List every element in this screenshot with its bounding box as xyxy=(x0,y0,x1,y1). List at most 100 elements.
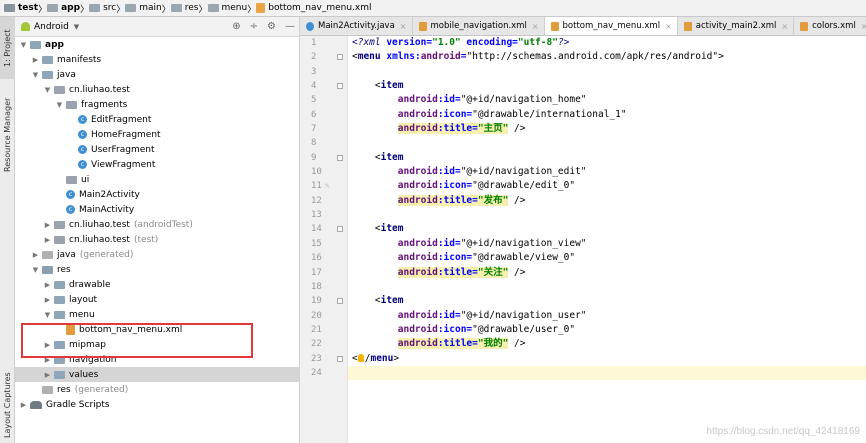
expanded-arrow-icon[interactable]: ▼ xyxy=(19,41,28,49)
fold-toggle-icon[interactable] xyxy=(337,298,343,305)
code-line[interactable]: android:icon="@drawable/international_1" xyxy=(348,108,866,122)
collapsed-arrow-icon[interactable]: ▶ xyxy=(43,221,52,229)
close-icon[interactable]: × xyxy=(532,22,539,31)
collapsed-arrow-icon[interactable]: ▶ xyxy=(31,56,40,64)
code-line[interactable]: android:id="@+id/navigation_view" xyxy=(348,237,866,251)
code-line[interactable]: <item xyxy=(348,222,866,236)
fold-toggle-icon[interactable] xyxy=(337,355,343,362)
editor-tab[interactable]: mobile_navigation.xml × xyxy=(413,17,545,35)
tree-item[interactable]: ui xyxy=(15,172,299,187)
editor-tab[interactable]: Main2Activity.java × xyxy=(300,17,413,35)
layout-captures-tab[interactable]: Layout Captures xyxy=(0,367,15,443)
code-line[interactable] xyxy=(348,208,866,222)
code-line[interactable]: android:title="主页" /> xyxy=(348,122,866,136)
close-icon[interactable]: × xyxy=(400,22,407,31)
tree-item[interactable]: ▶ manifests xyxy=(15,52,299,67)
code-line[interactable] xyxy=(348,136,866,150)
breadcrumb-item[interactable]: main xyxy=(125,3,162,13)
gear-icon[interactable]: ⚙ xyxy=(267,21,276,32)
collapsed-arrow-icon[interactable]: ▶ xyxy=(43,296,52,304)
tree-item[interactable]: ▼ cn.liuhao.test xyxy=(15,82,299,97)
code-line[interactable]: android:id="@+id/navigation_home" xyxy=(348,93,866,107)
code-line[interactable]: android:icon="@drawable/user_0" xyxy=(348,323,866,337)
breadcrumb-item[interactable]: src xyxy=(89,3,116,13)
tree-item[interactable]: c HomeFragment xyxy=(15,127,299,142)
collapsed-arrow-icon[interactable]: ▶ xyxy=(19,401,28,409)
code-line[interactable]: android:id="@+id/navigation_user" xyxy=(348,309,866,323)
code-line[interactable]: android:icon="@drawable/edit_0" xyxy=(348,179,866,193)
code-line[interactable]: android:icon="@drawable/view_0" xyxy=(348,251,866,265)
minimize-icon[interactable]: — xyxy=(285,21,295,32)
tree-item[interactable]: c UserFragment xyxy=(15,142,299,157)
tree-item[interactable]: ▶ cn.liuhao.test (test) xyxy=(15,232,299,247)
collapsed-arrow-icon[interactable]: ▶ xyxy=(43,341,52,349)
tree-item[interactable]: ▶ java (generated) xyxy=(15,247,299,262)
collapsed-arrow-icon[interactable]: ▶ xyxy=(31,251,40,259)
lightbulb-icon[interactable] xyxy=(357,354,364,363)
editor-tab[interactable]: bottom_nav_menu.xml × xyxy=(544,17,678,35)
tree-item[interactable]: res (generated) xyxy=(15,382,299,397)
tree-item[interactable]: c MainActivity xyxy=(15,202,299,217)
code-line[interactable] xyxy=(348,65,866,79)
expanded-arrow-icon[interactable]: ▼ xyxy=(55,101,64,109)
tree-item[interactable]: ▶ mipmap xyxy=(15,337,299,352)
breadcrumb-item[interactable]: bottom_nav_menu.xml xyxy=(256,3,372,13)
fold-toggle-icon[interactable] xyxy=(337,83,343,90)
fold-toggle-icon[interactable] xyxy=(337,154,343,161)
close-icon[interactable]: × xyxy=(665,22,672,31)
collapsed-arrow-icon[interactable]: ▶ xyxy=(43,356,52,364)
tree-item[interactable]: ▼ java xyxy=(15,67,299,82)
breadcrumb-item[interactable]: menu xyxy=(207,3,247,13)
close-icon[interactable]: × xyxy=(861,22,866,31)
expanded-arrow-icon[interactable]: ▼ xyxy=(43,86,52,94)
collapsed-arrow-icon[interactable]: ▶ xyxy=(43,236,52,244)
expanded-arrow-icon[interactable]: ▼ xyxy=(43,311,52,319)
project-tool-tab[interactable]: 1: Project xyxy=(0,17,15,79)
code-line[interactable]: <menu xmlns:android="http://schemas.andr… xyxy=(348,50,866,64)
tree-item[interactable]: ▶ values xyxy=(15,367,299,382)
tree-item[interactable]: ▶ drawable xyxy=(15,277,299,292)
code-line[interactable]: android:title="发布" /> xyxy=(348,194,866,208)
tree-item[interactable]: ▶ navigation xyxy=(15,352,299,367)
tree-item[interactable]: bottom_nav_menu.xml xyxy=(15,322,299,337)
tree-item[interactable]: ▼ app xyxy=(15,37,299,52)
code-line[interactable] xyxy=(348,280,866,294)
code-line[interactable]: </menu> xyxy=(348,352,866,366)
target-icon[interactable]: ⊕ xyxy=(232,21,240,32)
fold-toggle-icon[interactable] xyxy=(337,54,343,61)
code-line[interactable]: <item xyxy=(348,151,866,165)
code-line[interactable]: android:title="关注" /> xyxy=(348,266,866,280)
code-editor[interactable]: <?xml version="1.0" encoding="utf-8"?> <m… xyxy=(348,36,866,443)
collapsed-arrow-icon[interactable]: ▶ xyxy=(43,371,52,379)
expanded-arrow-icon[interactable]: ▼ xyxy=(31,71,40,79)
tree-item[interactable]: c EditFragment xyxy=(15,112,299,127)
tree-item[interactable]: ▶ Gradle Scripts xyxy=(15,397,299,412)
tree-item[interactable]: ▼ res xyxy=(15,262,299,277)
code-line[interactable]: android:title="我的" /> xyxy=(348,337,866,351)
project-view-select[interactable]: Android xyxy=(34,22,69,32)
breadcrumb-item[interactable]: res xyxy=(170,3,198,13)
tree-item[interactable]: ▼ menu xyxy=(15,307,299,322)
chevron-down-icon[interactable]: ▼ xyxy=(74,23,79,31)
code-line[interactable] xyxy=(348,365,866,381)
tree-item-label: java xyxy=(57,249,76,260)
tree-item[interactable]: ▶ layout xyxy=(15,292,299,307)
resource-manager-tab[interactable]: Resource Manager xyxy=(0,85,15,185)
tree-item[interactable]: c Main2Activity xyxy=(15,187,299,202)
code-line[interactable]: <item xyxy=(348,79,866,93)
close-icon[interactable]: × xyxy=(781,22,788,31)
editor-tab[interactable]: colors.xml × xyxy=(794,17,866,35)
code-line[interactable]: <item xyxy=(348,294,866,308)
tree-item[interactable]: ▶ cn.liuhao.test (androidTest) xyxy=(15,217,299,232)
code-line[interactable]: <?xml version="1.0" encoding="utf-8"?> xyxy=(348,36,866,50)
fold-toggle-icon[interactable] xyxy=(337,226,343,233)
tree-item[interactable]: ▼ fragments xyxy=(15,97,299,112)
code-line[interactable]: android:id="@+id/navigation_edit" xyxy=(348,165,866,179)
editor-tab[interactable]: activity_main2.xml × xyxy=(678,17,795,35)
tree-item[interactable]: c ViewFragment xyxy=(15,157,299,172)
expanded-arrow-icon[interactable]: ▼ xyxy=(31,266,40,274)
breadcrumb-item[interactable]: test xyxy=(4,3,38,13)
breadcrumb-item[interactable]: app xyxy=(47,3,80,13)
collapsed-arrow-icon[interactable]: ▶ xyxy=(43,281,52,289)
collapse-all-icon[interactable]: ÷ xyxy=(250,21,258,32)
